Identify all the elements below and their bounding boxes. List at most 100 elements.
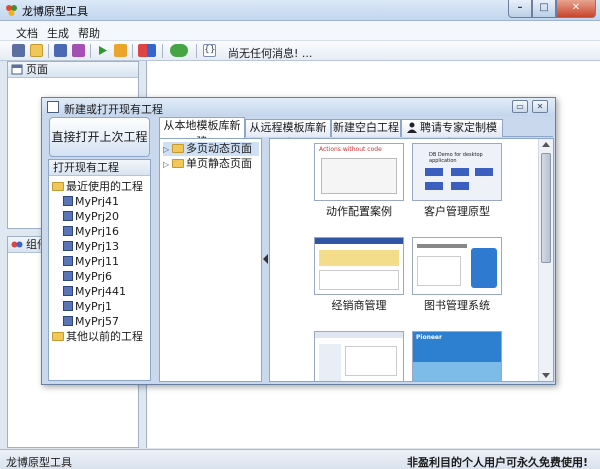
tree-label: MyPrj1 — [75, 300, 113, 313]
tree-category-single-page[interactable]: ▷ 单页静态页面 — [163, 157, 252, 171]
tree-project[interactable]: MyPrj20 — [63, 210, 119, 224]
tree-label: MyPrj11 — [75, 255, 120, 268]
dialog-restore-button[interactable]: ▭ — [512, 100, 528, 113]
component-menu-icon[interactable] — [138, 44, 156, 57]
tab-local-templates[interactable]: 从本地模板库新建 — [159, 117, 245, 148]
gallery-scrollbar[interactable] — [538, 139, 553, 381]
panel-splitter[interactable] — [262, 138, 269, 382]
template-thumb-library-system[interactable] — [412, 237, 502, 295]
collapse-arrow-icon[interactable] — [263, 254, 268, 264]
save-icon[interactable] — [54, 44, 67, 57]
dialog-title-bar: 新建或打开现有工程 ▭ ✕ — [42, 98, 555, 116]
tree-category-multi-page[interactable]: ▷ 多页动态页面 — [163, 142, 259, 156]
scroll-up-icon[interactable] — [542, 142, 550, 147]
template-gallery: Actions without code 动作配置案例 DB Demo for … — [269, 138, 554, 382]
template-thumb-customer-mgmt[interactable]: DB Demo for desktop application — [412, 143, 502, 201]
tree-project[interactable]: MyPrj41 — [63, 195, 119, 209]
template-label: 动作配置案例 — [326, 205, 392, 218]
open-existing-title: 打开现有工程 — [49, 160, 150, 176]
tab-hire-expert[interactable]: 聘请专家定制模板 — [401, 119, 503, 150]
tree-label: MyPrj57 — [75, 315, 120, 328]
template-thumb-pioneer[interactable]: Pioneer — [412, 331, 502, 381]
template-label: 客户管理原型 — [424, 205, 490, 218]
project-icon — [63, 316, 73, 326]
tree-project[interactable]: MyPrj1 — [63, 300, 112, 314]
template-label: 图书管理系统 — [424, 299, 490, 312]
tree-project[interactable]: MyPrj13 — [63, 240, 119, 254]
page-panel-header: 页面 — [8, 62, 138, 78]
toolbar-separator — [162, 44, 163, 58]
scroll-down-icon[interactable] — [542, 373, 550, 378]
tree-label: MyPrj441 — [75, 285, 127, 298]
tree-label: 单页静态页面 — [186, 157, 252, 170]
thumb-preview — [345, 346, 397, 376]
status-left-text: 龙博原型工具 — [6, 456, 72, 469]
thumb-caption: Actions without code — [319, 146, 382, 153]
tree-project[interactable]: MyPrj441 — [63, 285, 126, 299]
thumb-preview — [319, 250, 399, 266]
template-thumb[interactable] — [314, 331, 404, 381]
info-icon[interactable]: {} — [203, 44, 216, 57]
minimize-button[interactable]: – — [508, 0, 532, 18]
menu-bar: 文档 生成 帮助 — [0, 21, 600, 41]
folder-icon — [52, 332, 64, 341]
run-icon[interactable] — [96, 44, 109, 57]
dialog-close-button[interactable]: ✕ — [532, 100, 548, 113]
properties-icon[interactable] — [12, 44, 25, 57]
person-icon — [407, 122, 417, 133]
plugin-menu-icon[interactable] — [170, 44, 188, 57]
open-folder-icon[interactable] — [30, 44, 43, 57]
maximize-button[interactable]: □ — [532, 0, 556, 18]
tree-project[interactable]: MyPrj16 — [63, 225, 119, 239]
template-category-tree: ▷ 多页动态页面 ▷ 单页静态页面 — [159, 138, 262, 382]
tree-project[interactable]: MyPrj6 — [63, 270, 112, 284]
project-icon — [63, 211, 73, 221]
expand-icon[interactable]: ▷ — [163, 143, 170, 157]
project-icon — [63, 226, 73, 236]
template-label: 经销商管理 — [331, 299, 387, 312]
thumb-preview — [451, 168, 469, 176]
page-icon — [11, 64, 23, 75]
expand-icon[interactable]: ▷ — [163, 158, 170, 172]
open-last-project-button[interactable]: 直接打开上次工程 — [49, 117, 150, 157]
menu-document[interactable]: 文档 — [16, 25, 38, 41]
template-thumb-dealer-mgmt[interactable] — [314, 237, 404, 295]
tree-label: MyPrj16 — [75, 225, 120, 238]
tree-project[interactable]: MyPrj11 — [63, 255, 119, 269]
tab-remote-templates[interactable]: 从远程模板库新建 — [245, 119, 331, 150]
toolbar: {} 尚无任何消息! ... — [0, 41, 600, 61]
thumb-preview — [425, 168, 443, 176]
status-bar: 龙博原型工具 非盈利目的个人用户可永久免费使用! — [0, 449, 600, 469]
dialog-window-icon — [47, 101, 59, 113]
app-logo-icon — [6, 5, 17, 16]
tree-label: 其他以前的工程 — [66, 330, 143, 343]
menu-generate[interactable]: 生成 — [47, 25, 69, 41]
dialog-title: 新建或打开现有工程 — [64, 103, 163, 116]
thumb-preview — [315, 332, 403, 338]
tab-blank-project[interactable]: 新建空白工程 — [331, 119, 401, 137]
open-existing-panel: 打开现有工程 最近使用的工程 MyPrj41 MyPrj20 MyPrj16 M… — [48, 159, 151, 381]
menu-help[interactable]: 帮助 — [78, 25, 100, 41]
folder-open-icon — [52, 182, 64, 191]
tree-older-group[interactable]: 其他以前的工程 — [52, 330, 143, 344]
folder-icon — [172, 144, 184, 153]
save-as-icon[interactable] — [72, 44, 85, 57]
project-icon — [63, 271, 73, 281]
close-button[interactable]: ✕ — [556, 0, 596, 18]
project-icon — [63, 286, 73, 296]
tree-label: MyPrj13 — [75, 240, 120, 253]
toolbar-separator — [196, 44, 197, 58]
thumb-preview — [451, 182, 469, 190]
thumb-preview — [319, 270, 399, 290]
tree-label: MyPrj6 — [75, 270, 113, 283]
scrollbar-thumb[interactable] — [541, 153, 551, 263]
archive-icon[interactable] — [114, 44, 127, 57]
window-title: 龙博原型工具 — [22, 5, 88, 18]
tree-project[interactable]: MyPrj57 — [63, 315, 119, 329]
thumb-preview — [413, 362, 501, 381]
title-bar: 龙博原型工具 – □ ✕ — [0, 0, 600, 21]
template-thumb-action-config[interactable]: Actions without code — [314, 143, 404, 201]
status-right-text: 非盈利目的个人用户可永久免费使用! — [406, 456, 588, 469]
project-icon — [63, 256, 73, 266]
tree-recent-group[interactable]: 最近使用的工程 — [52, 180, 143, 194]
